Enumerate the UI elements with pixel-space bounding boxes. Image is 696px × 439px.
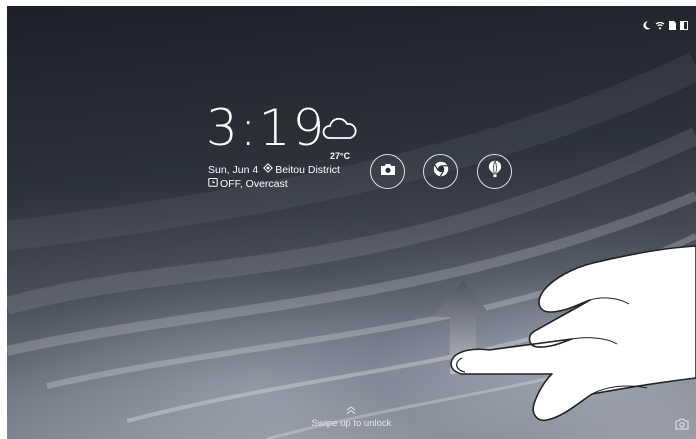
swipe-gesture-overlay: [433, 245, 696, 422]
lock-screen[interactable]: 3:19 27°C Sun, Jun 4 Beitou District OFF…: [7, 6, 696, 439]
pointing-hand-icon: [450, 245, 696, 422]
